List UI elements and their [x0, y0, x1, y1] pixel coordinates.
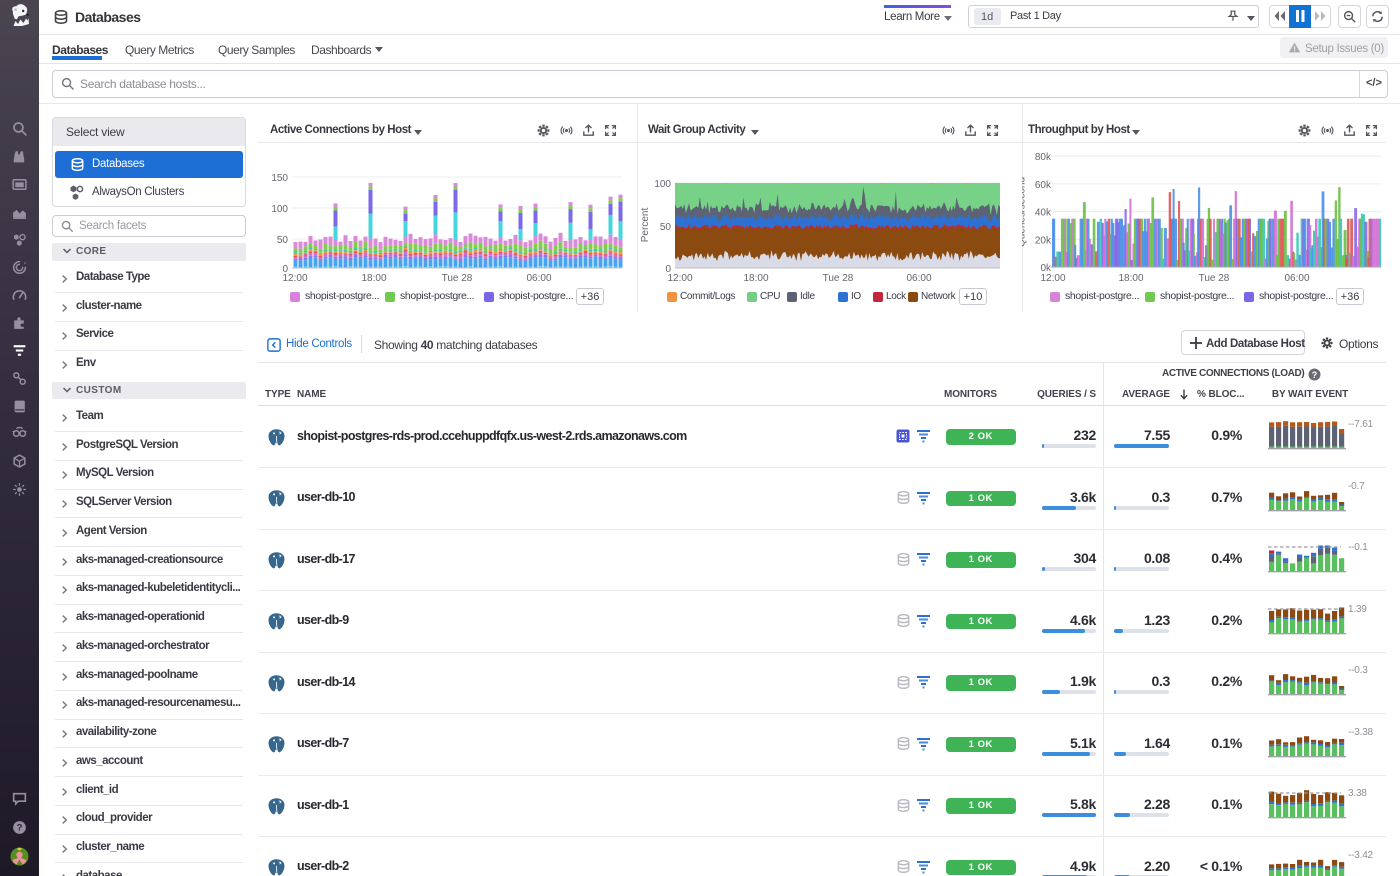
svg-text:100: 100	[271, 204, 288, 215]
svg-text:18:00: 18:00	[1118, 273, 1143, 284]
svg-text:Queries/second: Queries/second	[1022, 177, 1028, 247]
svg-text:150: 150	[271, 173, 288, 184]
svg-text:12:00: 12:00	[1040, 273, 1065, 284]
svg-text:50: 50	[660, 222, 672, 233]
svg-text:18:00: 18:00	[361, 273, 386, 284]
svg-text:100: 100	[654, 179, 671, 190]
svg-text:?: ?	[1312, 370, 1318, 380]
svg-text:40k: 40k	[1035, 208, 1052, 219]
svg-text:Tue 28: Tue 28	[823, 273, 854, 284]
svg-text:Percent: Percent	[640, 208, 651, 243]
svg-text:06:00: 06:00	[526, 273, 551, 284]
svg-text:18:00: 18:00	[743, 273, 768, 284]
svg-text:12:00: 12:00	[282, 273, 307, 284]
svg-text:06:00: 06:00	[1284, 273, 1309, 284]
svg-text:12:00: 12:00	[667, 273, 692, 284]
svg-text:Tue 28: Tue 28	[442, 273, 473, 284]
svg-text:50: 50	[277, 235, 289, 246]
svg-text:80k: 80k	[1035, 152, 1052, 163]
svg-text:06:00: 06:00	[906, 273, 931, 284]
svg-text:Tue 28: Tue 28	[1199, 273, 1230, 284]
svg-text:20k: 20k	[1035, 235, 1052, 246]
svg-text:?: ?	[17, 823, 23, 834]
svg-text:60k: 60k	[1035, 180, 1052, 191]
